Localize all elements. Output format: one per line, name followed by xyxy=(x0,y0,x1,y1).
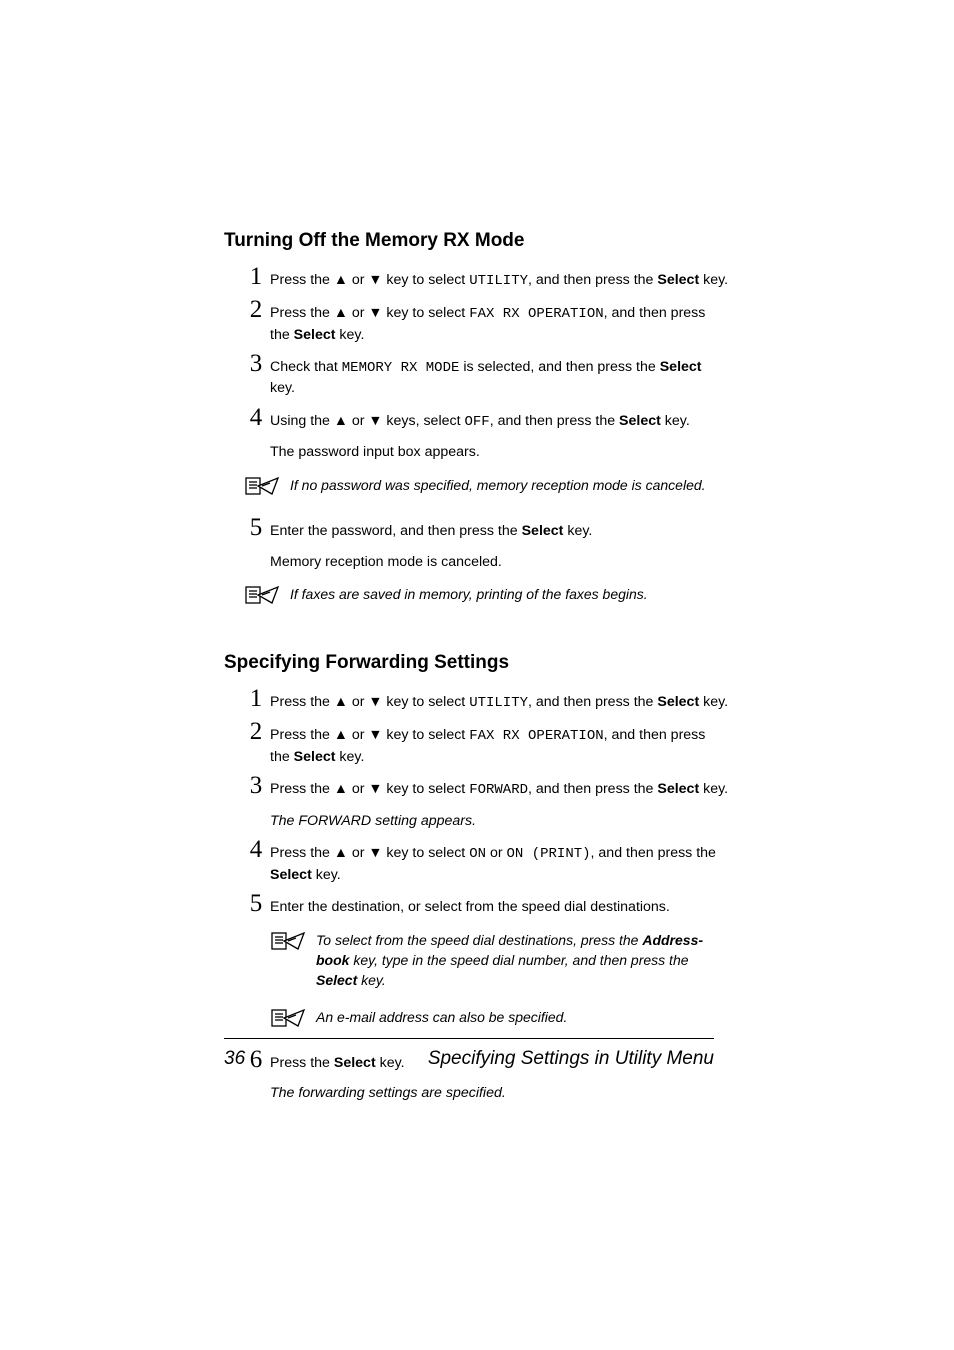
step-number: 1 xyxy=(244,264,268,289)
step-text: Press the ▲ or ▼ key to select UTILITY, … xyxy=(268,264,729,291)
step-number: 5 xyxy=(244,515,268,540)
page-number: 36 xyxy=(224,1048,245,1070)
step-1-3: 3 Check that MEMORY RX MODE is selected,… xyxy=(244,351,729,399)
step-text: Press the ▲ or ▼ key to select FAX RX OP… xyxy=(268,297,729,345)
step-number: 4 xyxy=(244,837,268,862)
note-speed-dial: To select from the speed dial destinatio… xyxy=(270,928,729,991)
note-text: An e-mail address can also be specified. xyxy=(310,1005,729,1027)
page-footer: 36 Specifying Settings in Utility Menu xyxy=(224,1048,714,1070)
step-2-5: 5 Enter the destination, or select from … xyxy=(244,891,729,918)
step-number: 3 xyxy=(244,351,268,376)
step-text: Press the ▲ or ▼ key to select UTILITY, … xyxy=(268,686,729,713)
step-text: Press the ▲ or ▼ key to select FAX RX OP… xyxy=(268,719,729,767)
step-number: 3 xyxy=(244,773,268,798)
step-1-2: 2 Press the ▲ or ▼ key to select FAX RX … xyxy=(244,297,729,345)
note-text: If faxes are saved in memory, printing o… xyxy=(284,582,729,604)
step-1-5: 5 Enter the password, and then press the… xyxy=(244,515,729,572)
step-text: Check that MEMORY RX MODE is selected, a… xyxy=(268,351,729,399)
note-icon xyxy=(244,473,284,501)
footer-rule xyxy=(224,1038,714,1039)
step-text: Press the ▲ or ▼ key to select FORWARD, … xyxy=(268,773,729,831)
note-no-password: If no password was specified, memory rec… xyxy=(244,473,729,501)
note-text: To select from the speed dial destinatio… xyxy=(310,928,729,991)
step-1-4: 4 Using the ▲ or ▼ keys, select OFF, and… xyxy=(244,405,729,463)
step-number: 2 xyxy=(244,297,268,322)
step-text: Using the ▲ or ▼ keys, select OFF, and t… xyxy=(268,405,729,463)
note-icon xyxy=(270,1005,310,1033)
section-heading-turning-off: Turning Off the Memory RX Mode xyxy=(224,230,729,252)
step-1-1: 1 Press the ▲ or ▼ key to select UTILITY… xyxy=(244,264,729,291)
step-number: 4 xyxy=(244,405,268,430)
step-number: 1 xyxy=(244,686,268,711)
note-faxes-saved: If faxes are saved in memory, printing o… xyxy=(244,582,729,610)
step-number: 2 xyxy=(244,719,268,744)
footer-title: Specifying Settings in Utility Menu xyxy=(428,1048,714,1070)
step-2-4: 4 Press the ▲ or ▼ key to select ON or O… xyxy=(244,837,729,885)
note-text: If no password was specified, memory rec… xyxy=(284,473,729,495)
step-2-3: 3 Press the ▲ or ▼ key to select FORWARD… xyxy=(244,773,729,831)
note-email-address: An e-mail address can also be specified. xyxy=(270,1005,729,1033)
section-heading-forwarding: Specifying Forwarding Settings xyxy=(224,652,729,674)
step-2-2: 2 Press the ▲ or ▼ key to select FAX RX … xyxy=(244,719,729,767)
step-2-1: 1 Press the ▲ or ▼ key to select UTILITY… xyxy=(244,686,729,713)
step-number: 5 xyxy=(244,891,268,916)
step-text: Enter the destination, or select from th… xyxy=(268,891,729,918)
step-text: Press the ▲ or ▼ key to select ON or ON … xyxy=(268,837,729,885)
step-text: Enter the password, and then press the S… xyxy=(268,515,729,572)
note-icon xyxy=(244,582,284,610)
note-icon xyxy=(270,928,310,956)
